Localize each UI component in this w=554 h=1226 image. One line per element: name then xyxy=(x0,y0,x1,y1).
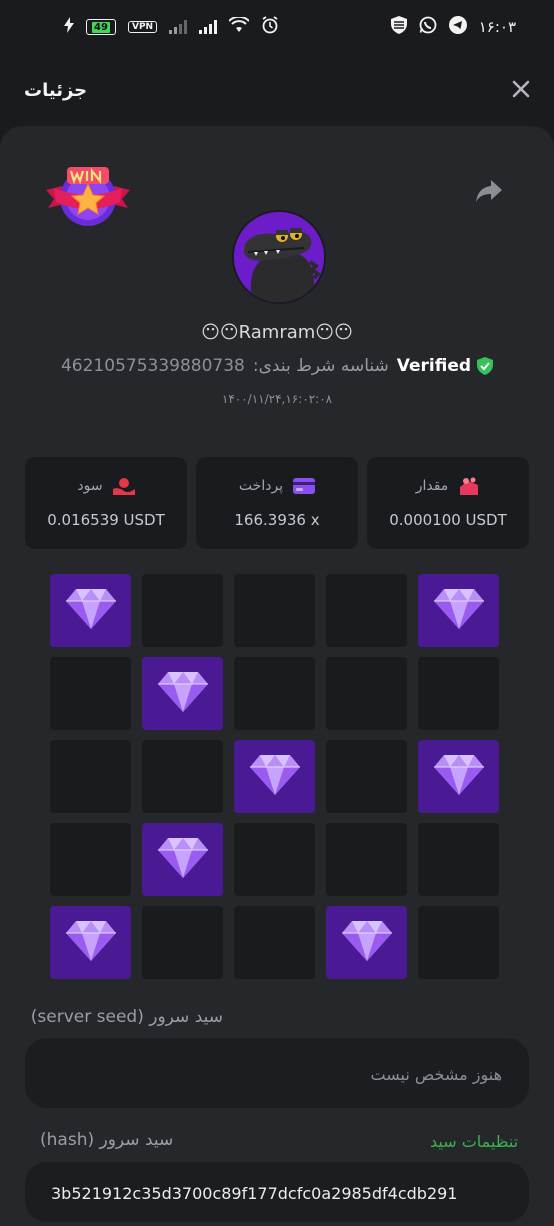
verified-badge: Verified xyxy=(396,356,494,376)
grid-cell-empty xyxy=(418,657,499,730)
diamond-icon xyxy=(432,753,486,801)
page-title: جزئیات xyxy=(24,79,88,101)
grid-cell-empty xyxy=(418,823,499,896)
hash-value: 3b521912c35d3700c89f177dcfc0a2985df4cdb2… xyxy=(51,1184,458,1203)
crocodile-avatar-icon xyxy=(234,212,324,302)
stat-value: 0.016539 USDT xyxy=(47,511,165,529)
grid-cell-empty xyxy=(142,574,223,647)
vpn-badge: VPN xyxy=(128,21,158,33)
win-badge-icon xyxy=(44,162,132,232)
share-icon xyxy=(476,180,502,202)
stats-row: سود 0.016539 USDT پرداخت 166.3936 x مقدا… xyxy=(25,457,529,549)
charging-icon xyxy=(64,17,74,37)
grid-cell-gem xyxy=(142,657,223,730)
username: 😶😶Ramram😶😶 xyxy=(201,322,353,343)
details-header: جزئیات xyxy=(0,54,554,126)
hash-label: سید سرور (hash) xyxy=(40,1130,174,1150)
bet-id[interactable]: 46210575339880738 xyxy=(61,356,245,376)
grid-cell-gem xyxy=(234,740,315,813)
battery-icon: 49 xyxy=(86,19,116,35)
server-seed-label: سید سرور (server seed) xyxy=(30,1007,223,1027)
hash-field[interactable]: 3b521912c35d3700c89f177dcfc0a2985df4cdb2… xyxy=(25,1162,529,1222)
grid-cell-empty xyxy=(326,574,407,647)
diamond-icon xyxy=(340,919,394,967)
bet-date: ۱۴۰۰/۱۱/۲۴,۱۶:۰۲:۰۸ xyxy=(221,392,333,406)
server-seed-field[interactable]: هنوز مشخص نیست xyxy=(25,1038,529,1108)
bet-info-row: Verified شناسه شرط بندی: 462105753398807… xyxy=(0,356,554,376)
verified-label: Verified xyxy=(396,356,472,376)
profit-icon xyxy=(112,478,135,495)
grid-cell-gem xyxy=(50,574,131,647)
grid-cell-empty xyxy=(234,823,315,896)
status-left: 49 VPN xyxy=(64,15,279,38)
server-seed-placeholder: هنوز مشخص نیست xyxy=(370,1065,502,1084)
grid-cell-gem xyxy=(418,574,499,647)
grid-cell-empty xyxy=(326,657,407,730)
details-sheet: 😶😶Ramram😶😶 Verified شناسه شرط بندی: 4621… xyxy=(0,126,554,1226)
amount-icon xyxy=(460,477,479,495)
grid-cell-empty xyxy=(418,906,499,979)
grid-cell-empty xyxy=(234,574,315,647)
grid-cell-empty xyxy=(50,657,131,730)
share-button[interactable] xyxy=(476,180,502,206)
stat-label: سود xyxy=(77,478,103,494)
clock-time: ۱۶:۰۳ xyxy=(478,18,516,36)
grid-cell-empty xyxy=(234,906,315,979)
close-icon xyxy=(512,80,530,98)
grid-cell-empty xyxy=(50,823,131,896)
grid-cell-gem xyxy=(142,823,223,896)
diamond-icon xyxy=(64,919,118,967)
stat-payout: پرداخت 166.3936 x xyxy=(196,457,358,549)
diamond-icon xyxy=(156,670,210,718)
grid-cell-empty xyxy=(142,740,223,813)
payout-card-icon xyxy=(293,478,316,494)
status-bar: 49 VPN ۱۶:۰۳ xyxy=(0,0,554,54)
grid-cell-gem xyxy=(326,906,407,979)
alarm-icon xyxy=(261,16,279,38)
telegram-icon xyxy=(448,16,467,38)
grid-cell-empty xyxy=(326,740,407,813)
diamond-icon xyxy=(64,587,118,635)
wifi-icon xyxy=(228,15,250,37)
stat-value: 166.3936 x xyxy=(234,511,320,529)
grid-cell-empty xyxy=(234,657,315,730)
mines-grid xyxy=(50,574,500,979)
status-right: ۱۶:۰۳ xyxy=(390,16,516,38)
diamond-icon xyxy=(156,836,210,884)
diamond-icon xyxy=(432,587,486,635)
whatsapp-icon xyxy=(419,16,437,38)
grid-cell-gem xyxy=(418,740,499,813)
grid-cell-empty xyxy=(326,823,407,896)
shield-app-icon xyxy=(390,16,407,38)
stat-label: مقدار xyxy=(415,478,449,494)
avatar xyxy=(232,210,326,304)
grid-cell-empty xyxy=(142,906,223,979)
verified-shield-icon xyxy=(477,357,494,375)
stat-label: پرداخت xyxy=(238,478,284,494)
close-button[interactable] xyxy=(512,77,530,103)
seed-settings-link[interactable]: تنظیمات سید xyxy=(430,1132,518,1151)
stat-value: 0.000100 USDT xyxy=(389,511,507,529)
battery-level: 49 xyxy=(92,21,110,33)
signal-icon-sim1 xyxy=(169,20,188,34)
diamond-icon xyxy=(248,753,302,801)
stat-profit: سود 0.016539 USDT xyxy=(25,457,187,549)
bet-id-label: شناسه شرط بندی: xyxy=(252,356,389,376)
grid-cell-gem xyxy=(50,906,131,979)
stat-amount: مقدار 0.000100 USDT xyxy=(367,457,529,549)
signal-icon-sim2 xyxy=(199,20,218,34)
grid-cell-empty xyxy=(50,740,131,813)
